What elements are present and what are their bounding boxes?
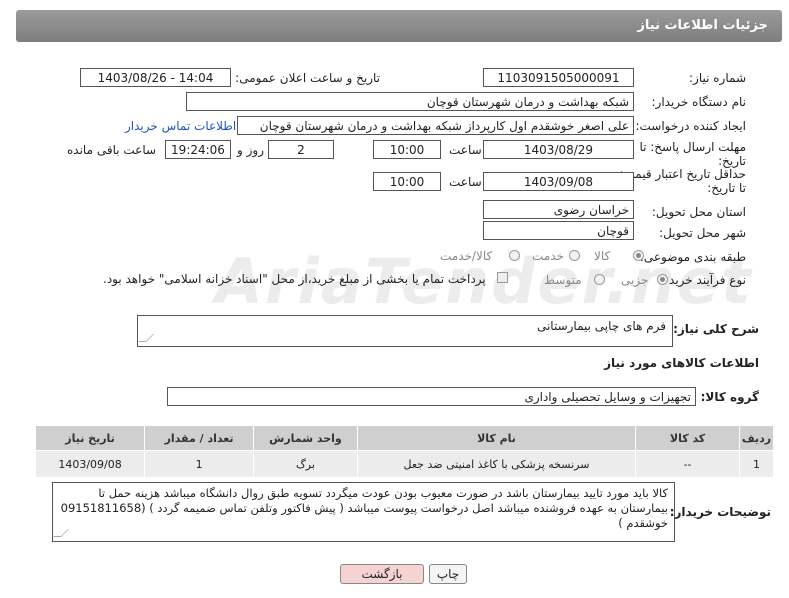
resize-handle-icon[interactable] [53, 529, 69, 537]
remaining-time-field: 19:24:06 [165, 140, 231, 159]
category-radio-service[interactable] [569, 250, 580, 261]
goods-table: ردیف کد کالا نام کالا واحد شمارش تعداد /… [34, 425, 775, 478]
column-header-quantity: تعداد / مقدار [144, 425, 255, 451]
print-button[interactable]: چاپ [429, 564, 467, 584]
category-option-goods: کالا [594, 249, 611, 263]
cell-item-name: سرنسخه پزشکی با کاغذ امنیتی ضد جعل [356, 450, 637, 478]
summary-text: فرم های چاپی بیمارستانی [536, 319, 666, 333]
goods-section-title: اطلاعات کالاهای مورد نیاز [604, 356, 759, 370]
province-field: خراسان رضوی [483, 200, 634, 219]
creator-label: ایجاد کننده درخواست: [635, 119, 746, 133]
category-radio-goods[interactable] [633, 250, 644, 261]
resize-handle-icon[interactable] [138, 334, 154, 342]
column-header-item-code: کد کالا [635, 425, 740, 451]
page-header: جزئیات اطلاعات نیاز [16, 10, 782, 42]
payment-note: پرداخت تمام یا بخشی از مبلغ خرید،از محل … [103, 272, 486, 286]
city-label: شهر محل تحویل: [659, 226, 746, 240]
cell-row-number: 1 [738, 450, 775, 478]
province-label: استان محل تحویل: [651, 205, 746, 219]
cell-item-code: -- [635, 450, 740, 478]
payment-checkbox[interactable] [497, 272, 508, 283]
process-option-minor: جزیی [621, 273, 649, 287]
buyer-contact-link[interactable]: اطلاعات تماس خریدار [125, 119, 236, 133]
notes-textarea: کالا باید مورد تایید بیمارستان باشد در ص… [52, 482, 675, 542]
buyer-org-field: شبکه بهداشت و درمان شهرستان قوچان [186, 92, 634, 111]
need-number-label: شماره نیاز: [689, 71, 746, 85]
days-field: 2 [268, 140, 334, 159]
price-valid-label: حداقل تاریخ اعتبار قیمت: تا تاریخ: [619, 167, 746, 195]
notes-text: کالا باید مورد تایید بیمارستان باشد در ص… [60, 486, 668, 530]
category-radio-goods-service[interactable] [509, 250, 520, 261]
price-valid-date-field: 1403/09/08 [483, 172, 634, 191]
price-valid-time-label: ساعت [449, 175, 482, 189]
cell-quantity: 1 [144, 450, 255, 478]
category-option-service: خدمت [532, 249, 564, 263]
city-field: قوچان [483, 221, 634, 240]
deadline-time-field: 10:00 [373, 140, 441, 159]
creator-field: علی اصغر خوشقدم اول کارپرداز شبکه بهداشت… [237, 116, 634, 135]
summary-textarea: فرم های چاپی بیمارستانی [137, 315, 673, 347]
page-title: جزئیات اطلاعات نیاز [637, 18, 768, 33]
process-label: نوع فرآیند خرید : [661, 273, 746, 287]
days-label: روز و [237, 143, 264, 157]
announce-label: تاریخ و ساعت اعلان عمومی: [235, 71, 380, 85]
summary-label: شرح کلی نیاز: [673, 322, 759, 336]
deadline-time-label: ساعت [449, 143, 482, 157]
need-number-field: 1103091505000091 [483, 68, 634, 87]
deadline-label: مهلت ارسال پاسخ: تا تاریخ: [639, 140, 746, 168]
column-header-unit: واحد شمارش [253, 425, 358, 451]
announce-field: 1403/08/26 - 14:04 [80, 68, 231, 87]
process-radio-medium[interactable] [594, 274, 605, 285]
notes-label: توضیحات خریدار: [669, 505, 771, 519]
table-row: 1 -- سرنسخه پزشکی با کاغذ امنیتی ضد جعل … [34, 450, 775, 478]
price-valid-time-field: 10:00 [373, 172, 441, 191]
category-label: طبقه بندی موضوعی: [639, 250, 746, 264]
remaining-label: ساعت باقی مانده [67, 143, 157, 157]
goods-group-field: تجهیزات و وسایل تحصیلی واداری [167, 387, 696, 406]
column-header-item-name: نام کالا [356, 425, 637, 451]
column-header-need-date: تاریخ نیاز [34, 425, 146, 451]
goods-group-label: گروه کالا: [700, 390, 759, 404]
process-radio-minor[interactable] [657, 274, 668, 285]
category-option-goods-service: کالا/خدمت [440, 249, 493, 263]
column-header-row-number: ردیف [738, 425, 775, 451]
process-option-medium: متوسط [544, 273, 582, 287]
cell-unit: برگ [253, 450, 358, 478]
deadline-date-field: 1403/08/29 [483, 140, 634, 159]
back-button[interactable]: بازگشت [340, 564, 424, 584]
buyer-org-label: نام دستگاه خریدار: [651, 95, 747, 109]
cell-need-date: 1403/09/08 [34, 450, 146, 478]
table-header-row: ردیف کد کالا نام کالا واحد شمارش تعداد /… [34, 425, 775, 451]
